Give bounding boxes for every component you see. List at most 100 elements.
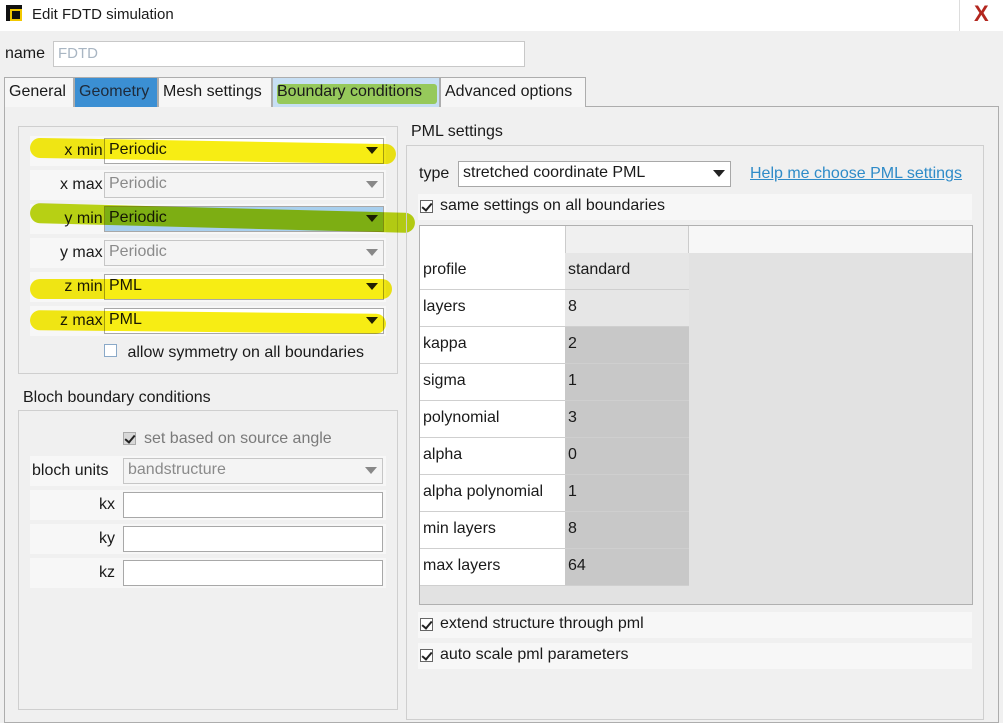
param-name-cell: max layers bbox=[420, 549, 565, 586]
table-row[interactable]: kappa 2 bbox=[420, 327, 689, 364]
tab-label: General bbox=[9, 83, 66, 100]
dropdown-arrow-icon bbox=[366, 283, 378, 290]
x-max-bc-select[interactable]: Periodic bbox=[104, 172, 384, 198]
bc-row-x-min: x min bc Periodic bbox=[30, 136, 386, 166]
bc-row-y-max: y max bc Periodic bbox=[30, 238, 386, 268]
auto-scale-row[interactable]: auto scale pml parameters bbox=[418, 643, 972, 669]
select-value: PML bbox=[109, 311, 142, 328]
source-angle-checkbox[interactable] bbox=[123, 432, 136, 445]
bc-row-z-min: z min bc PML bbox=[30, 272, 386, 302]
param-name-cell: sigma bbox=[420, 364, 565, 401]
dropdown-arrow-icon bbox=[366, 147, 378, 154]
param-value-cell[interactable]: standard bbox=[565, 253, 689, 290]
param-value-cell[interactable]: 8 bbox=[565, 290, 689, 327]
symmetry-row[interactable]: allow symmetry on all boundaries bbox=[104, 344, 364, 362]
select-value: bandstructure bbox=[128, 461, 226, 478]
app-logo-icon bbox=[6, 5, 22, 21]
z-max-bc-select[interactable]: PML bbox=[104, 308, 384, 334]
dropdown-arrow-icon bbox=[366, 317, 378, 324]
tab-boundary-conditions[interactable]: Boundary conditions bbox=[272, 77, 440, 107]
tab-label: Advanced options bbox=[445, 83, 573, 100]
dropdown-arrow-icon bbox=[366, 249, 378, 256]
extend-structure-row[interactable]: extend structure through pml bbox=[418, 612, 972, 638]
source-angle-row: set based on source angle bbox=[30, 424, 386, 454]
tab-advanced-options[interactable]: Advanced options bbox=[440, 77, 586, 107]
y-min-bc-select[interactable]: Periodic bbox=[104, 206, 384, 232]
table-row[interactable]: max layers 64 bbox=[420, 549, 689, 586]
tab-label: Boundary conditions bbox=[277, 83, 422, 100]
pml-type-select[interactable]: stretched coordinate PML bbox=[458, 161, 731, 187]
pml-parameters-table: profile standard layers 8 kappa 2 sigma 1 polyno… bbox=[419, 225, 973, 605]
param-name-cell: alpha bbox=[420, 438, 565, 475]
table-row[interactable]: layers 8 bbox=[420, 290, 689, 327]
z-min-bc-select[interactable]: PML bbox=[104, 274, 384, 300]
dropdown-arrow-icon bbox=[713, 170, 725, 177]
select-value: Periodic bbox=[109, 209, 167, 226]
tab-geometry[interactable]: Geometry bbox=[74, 77, 158, 107]
table-row[interactable]: alpha 0 bbox=[420, 438, 689, 475]
same-settings-label: same settings on all boundaries bbox=[440, 197, 666, 214]
bloch-units-select[interactable]: bandstructure bbox=[123, 458, 383, 484]
table-header bbox=[420, 226, 565, 253]
dropdown-arrow-icon bbox=[366, 215, 378, 222]
table-row[interactable]: polynomial 3 bbox=[420, 401, 689, 438]
kx-input[interactable] bbox=[123, 492, 383, 518]
table-row[interactable]: min layers 8 bbox=[420, 512, 689, 549]
table-row[interactable]: alpha polynomial 1 bbox=[420, 475, 689, 512]
param-value-cell[interactable]: 8 bbox=[565, 512, 689, 549]
same-settings-checkbox[interactable] bbox=[420, 200, 433, 213]
ky-row: ky bbox=[30, 524, 386, 554]
table-header bbox=[689, 226, 972, 253]
symmetry-checkbox[interactable] bbox=[104, 344, 117, 357]
kx-label: kx bbox=[99, 496, 115, 513]
select-value: stretched coordinate PML bbox=[463, 164, 646, 181]
pml-type-label: type bbox=[419, 165, 450, 182]
x-min-bc-select[interactable]: Periodic bbox=[104, 138, 384, 164]
auto-scale-checkbox[interactable] bbox=[420, 649, 433, 662]
close-button[interactable]: X bbox=[959, 0, 1003, 31]
dropdown-arrow-icon bbox=[365, 467, 377, 474]
bc-row-y-min: y min bc Periodic bbox=[30, 204, 386, 234]
tab-label: Mesh settings bbox=[163, 83, 262, 100]
pml-settings-title: PML settings bbox=[411, 123, 503, 140]
kz-input[interactable] bbox=[123, 560, 383, 586]
extend-structure-checkbox[interactable] bbox=[420, 618, 433, 631]
table-header bbox=[565, 226, 689, 253]
select-value: Periodic bbox=[109, 243, 167, 260]
window-title: Edit FDTD simulation bbox=[32, 6, 174, 23]
param-value-cell[interactable]: 64 bbox=[565, 549, 689, 586]
tab-mesh-settings[interactable]: Mesh settings bbox=[158, 77, 272, 107]
table-row[interactable]: sigma 1 bbox=[420, 364, 689, 401]
auto-scale-label: auto scale pml parameters bbox=[440, 646, 629, 663]
param-name-cell: alpha polynomial bbox=[420, 475, 565, 512]
select-value: PML bbox=[109, 277, 142, 294]
dropdown-arrow-icon bbox=[366, 181, 378, 188]
ky-label: ky bbox=[99, 530, 115, 547]
bloch-units-label: bloch units bbox=[32, 462, 109, 479]
symmetry-label: allow symmetry on all boundaries bbox=[127, 344, 364, 361]
tab-general[interactable]: General bbox=[4, 77, 74, 107]
same-settings-row[interactable]: same settings on all boundaries bbox=[418, 194, 972, 220]
bloch-units-row: bloch units bandstructure bbox=[30, 456, 386, 486]
param-value-cell[interactable]: 2 bbox=[565, 327, 689, 364]
source-angle-label: set based on source angle bbox=[144, 430, 332, 447]
kx-row: kx bbox=[30, 490, 386, 520]
ky-input[interactable] bbox=[123, 526, 383, 552]
bloch-title: Bloch boundary conditions bbox=[23, 389, 211, 406]
tab-label: Geometry bbox=[79, 83, 150, 100]
param-value-cell[interactable]: 1 bbox=[565, 475, 689, 512]
table-row[interactable]: profile standard bbox=[420, 253, 689, 290]
extend-structure-label: extend structure through pml bbox=[440, 615, 644, 632]
y-max-bc-select[interactable]: Periodic bbox=[104, 240, 384, 266]
bc-row-z-max: z max bc PML bbox=[30, 306, 386, 336]
param-name-cell: layers bbox=[420, 290, 565, 327]
bc-row-x-max: x max bc Periodic bbox=[30, 170, 386, 200]
param-name-cell: kappa bbox=[420, 327, 565, 364]
pml-help-link[interactable]: Help me choose PML settings bbox=[750, 165, 962, 183]
select-value: Periodic bbox=[109, 141, 167, 158]
param-value-cell[interactable]: 3 bbox=[565, 401, 689, 438]
param-value-cell[interactable]: 1 bbox=[565, 364, 689, 401]
param-value-cell[interactable]: 0 bbox=[565, 438, 689, 475]
name-input[interactable]: FDTD bbox=[53, 41, 525, 67]
select-value: Periodic bbox=[109, 175, 167, 192]
